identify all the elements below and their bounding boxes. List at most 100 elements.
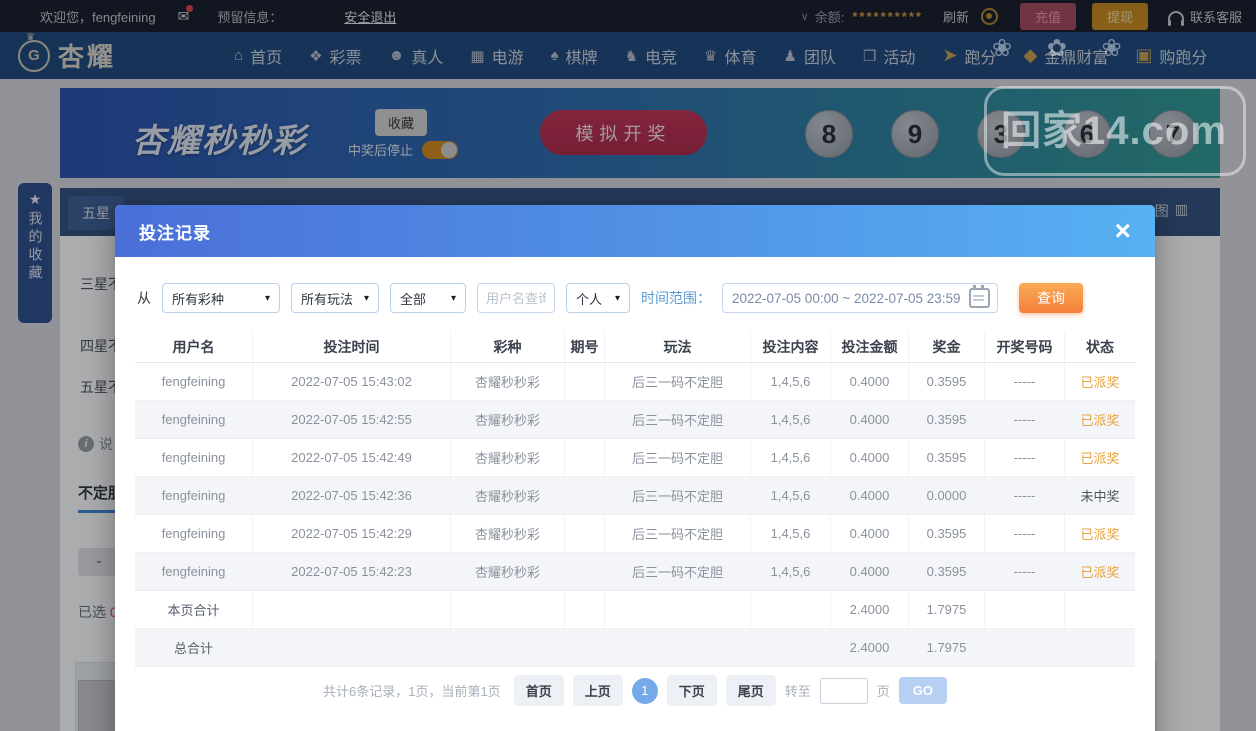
- col-issue: 期号: [565, 332, 605, 362]
- cell-username: fengfeining: [135, 363, 253, 400]
- chevron-down-icon: ▾: [364, 293, 369, 304]
- goto-label: 转至: [785, 681, 811, 700]
- cell-bet-time: 2022-07-05 15:42:55: [253, 401, 451, 438]
- go-button[interactable]: GO: [899, 677, 947, 704]
- cell-issue: [565, 591, 605, 628]
- cell-bet-time: 2022-07-05 15:42:23: [253, 553, 451, 590]
- cell-content: 1,4,5,6: [751, 477, 831, 514]
- cell-prize: 0.3595: [909, 515, 985, 552]
- cell-play: 后三一码不定胆: [605, 439, 751, 476]
- cell-play: 后三一码不定胆: [605, 401, 751, 438]
- table-row: fengfeining 2022-07-05 15:42:23 杏耀秒秒彩 后三…: [135, 553, 1135, 591]
- cell-draw-number: [985, 591, 1065, 628]
- table-row: fengfeining 2022-07-05 15:42:36 杏耀秒秒彩 后三…: [135, 477, 1135, 515]
- cell-prize: 1.7975: [909, 591, 985, 628]
- cell-draw-number: -----: [985, 477, 1065, 514]
- cell-username: fengfeining: [135, 553, 253, 590]
- cell-play: 后三一码不定胆: [605, 553, 751, 590]
- scope-select[interactable]: 个人▾: [566, 283, 630, 313]
- page: 欢迎您，fengfeining ✉ 预留信息： 安全退出 ∨ 余额: *****…: [0, 0, 1256, 731]
- cell-username: fengfeining: [135, 515, 253, 552]
- cell-amount: 2.4000: [831, 629, 909, 666]
- col-username: 用户名: [135, 332, 253, 362]
- cell-play: 后三一码不定胆: [605, 515, 751, 552]
- cell-status: 已派奖: [1065, 401, 1135, 438]
- first-page-button[interactable]: 首页: [514, 675, 564, 706]
- time-range-field: [722, 283, 998, 313]
- cell-issue: [565, 477, 605, 514]
- cell-bet-time: [253, 629, 451, 666]
- cell-username: fengfeining: [135, 477, 253, 514]
- cell-content: 1,4,5,6: [751, 363, 831, 400]
- cell-issue: [565, 629, 605, 666]
- cell-status: [1065, 629, 1135, 666]
- username-search-input[interactable]: [477, 283, 555, 313]
- cell-bet-time: 2022-07-05 15:42:49: [253, 439, 451, 476]
- cell-issue: [565, 439, 605, 476]
- cell-username: 总合计: [135, 629, 253, 666]
- time-range-label: 时间范围：: [641, 288, 711, 308]
- cell-status: 未中奖: [1065, 477, 1135, 514]
- cell-lottery: 杏耀秒秒彩: [451, 553, 565, 590]
- cell-content: [751, 629, 831, 666]
- cell-draw-number: -----: [985, 363, 1065, 400]
- col-prize: 奖金: [909, 332, 985, 362]
- table-row: 总合计 2.4000 1.7975: [135, 629, 1135, 667]
- play-type-select[interactable]: 所有玩法 ▾: [291, 283, 379, 313]
- cell-amount: 0.4000: [831, 401, 909, 438]
- cell-status: 已派奖: [1065, 553, 1135, 590]
- lottery-select-value: 所有彩种: [172, 289, 224, 308]
- cell-prize: 0.3595: [909, 553, 985, 590]
- status-select-value: 全部: [400, 289, 426, 308]
- cell-lottery: [451, 591, 565, 628]
- next-page-button[interactable]: 下页: [667, 675, 717, 706]
- table-header-row: 用户名 投注时间 彩种 期号 玩法 投注内容 投注金额 奖金 开奖号码 状态: [135, 332, 1135, 363]
- cell-issue: [565, 401, 605, 438]
- cell-play: 后三一码不定胆: [605, 477, 751, 514]
- table-row: 本页合计 2.4000 1.7975: [135, 591, 1135, 629]
- cell-content: 1,4,5,6: [751, 553, 831, 590]
- cell-username: fengfeining: [135, 439, 253, 476]
- cell-content: [751, 591, 831, 628]
- cell-status: 已派奖: [1065, 363, 1135, 400]
- cell-lottery: 杏耀秒秒彩: [451, 515, 565, 552]
- cell-bet-time: 2022-07-05 15:42:29: [253, 515, 451, 552]
- cell-amount: 0.4000: [831, 553, 909, 590]
- cell-prize: 0.0000: [909, 477, 985, 514]
- col-draw-number: 开奖号码: [985, 332, 1065, 362]
- cell-issue: [565, 363, 605, 400]
- cell-amount: 0.4000: [831, 477, 909, 514]
- cell-play: [605, 629, 751, 666]
- cell-bet-time: 2022-07-05 15:43:02: [253, 363, 451, 400]
- cell-bet-time: 2022-07-05 15:42:36: [253, 477, 451, 514]
- status-select[interactable]: 全部▾: [390, 283, 466, 313]
- cell-lottery: 杏耀秒秒彩: [451, 439, 565, 476]
- calendar-icon[interactable]: [969, 288, 990, 308]
- col-lottery: 彩种: [451, 332, 565, 362]
- cell-lottery: 杏耀秒秒彩: [451, 401, 565, 438]
- time-range-input[interactable]: [730, 290, 964, 307]
- lottery-type-select[interactable]: 所有彩种▾: [162, 283, 280, 313]
- play-select-value: 所有玩法: [301, 289, 353, 308]
- cell-content: 1,4,5,6: [751, 515, 831, 552]
- prev-page-button[interactable]: 上页: [573, 675, 623, 706]
- pagination-info: 共计6条记录，1页，当前第1页: [323, 681, 501, 700]
- cell-content: 1,4,5,6: [751, 401, 831, 438]
- search-button[interactable]: 查询: [1019, 283, 1083, 313]
- goto-page-input[interactable]: [820, 678, 868, 704]
- cell-prize: 0.3595: [909, 439, 985, 476]
- bet-records-modal: 投注记录 × 从 所有彩种▾ 所有玩法▾ 全部▾ 个人▾ 时间范围： 查询 用户…: [115, 205, 1155, 731]
- cell-prize: 0.3595: [909, 363, 985, 400]
- cell-play: [605, 591, 751, 628]
- cell-status: 已派奖: [1065, 439, 1135, 476]
- col-play: 玩法: [605, 332, 751, 362]
- last-page-button[interactable]: 尾页: [726, 675, 776, 706]
- close-icon[interactable]: ×: [1115, 219, 1131, 243]
- cell-amount: 0.4000: [831, 439, 909, 476]
- col-status: 状态: [1065, 332, 1135, 362]
- cell-status: [1065, 591, 1135, 628]
- cell-lottery: 杏耀秒秒彩: [451, 477, 565, 514]
- from-label: 从: [137, 288, 151, 308]
- current-page-indicator[interactable]: 1: [632, 678, 658, 704]
- bet-records-table: 用户名 投注时间 彩种 期号 玩法 投注内容 投注金额 奖金 开奖号码 状态 f…: [135, 332, 1135, 667]
